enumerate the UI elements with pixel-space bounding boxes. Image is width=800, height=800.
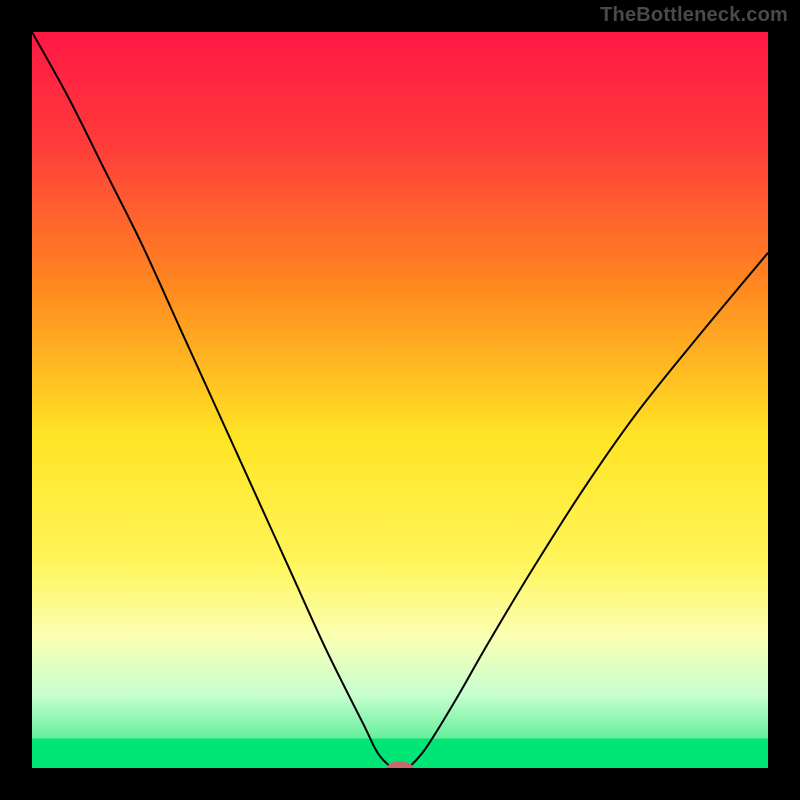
bottleneck-chart <box>32 32 768 768</box>
gradient-background <box>32 32 768 768</box>
chart-frame: TheBottleneck.com <box>0 0 800 800</box>
watermark-label: TheBottleneck.com <box>600 4 788 27</box>
